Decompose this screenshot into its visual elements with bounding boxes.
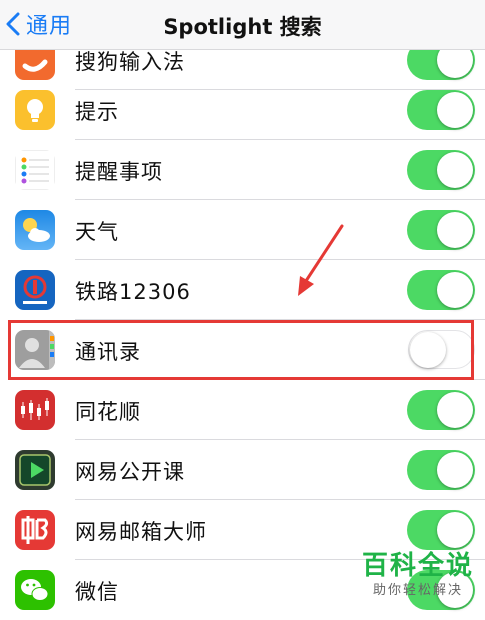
- list-item-label: 搜狗输入法: [75, 50, 185, 74]
- list-item-label: 网易邮箱大师: [75, 520, 207, 544]
- wechat-icon: [15, 570, 55, 610]
- tonghuashun-icon: [15, 390, 55, 430]
- toggle-knob: [437, 392, 473, 428]
- watermark-logo: 百科全说 助你轻松解决: [362, 550, 474, 606]
- list-item-label: 提示: [75, 100, 119, 124]
- list-item-label: 铁路12306: [75, 280, 191, 304]
- toggle-knob: [437, 272, 473, 308]
- tips-lightbulb-icon: [15, 90, 55, 130]
- list-item-netease-open-course: 网易公开课: [0, 440, 485, 500]
- spotlight-toggle-netease-mail[interactable]: [407, 510, 475, 550]
- list-item-label: 提醒事项: [75, 160, 163, 184]
- list-item-tonghuashun: 同花顺: [0, 380, 485, 440]
- list-item-tips: 提示: [0, 80, 485, 140]
- annotation-arrow-icon: [298, 224, 344, 296]
- list-item-railway: 铁路12306: [0, 260, 485, 320]
- watermark-title: 百科全说: [362, 551, 475, 581]
- spotlight-toggle-tips[interactable]: [407, 90, 475, 130]
- reminders-icon: [15, 150, 55, 190]
- list-item-label: 微信: [75, 580, 119, 604]
- spotlight-toggle-reminders[interactable]: [407, 150, 475, 190]
- spotlight-toggle-netease-open-course[interactable]: [407, 450, 475, 490]
- list-item-label: 天气: [75, 220, 119, 244]
- watermark-subtitle: 助你轻松解决: [372, 583, 463, 598]
- list-item-reminders: 提醒事项: [0, 140, 485, 200]
- highlight-box: [8, 320, 474, 380]
- toggle-knob: [437, 152, 473, 188]
- toggle-knob: [437, 212, 473, 248]
- spotlight-toggle-railway[interactable]: [407, 270, 475, 310]
- list-item-label: 网易公开课: [75, 460, 185, 484]
- toggle-knob: [437, 452, 473, 488]
- toggle-knob: [437, 92, 473, 128]
- list-item-weather: 天气: [0, 200, 485, 260]
- netease-mail-master-icon: [15, 510, 55, 550]
- toggle-knob: [437, 512, 473, 548]
- weather-icon: [15, 210, 55, 250]
- navigation-bar: 通用 Spotlight 搜索: [0, 0, 485, 50]
- spotlight-toggle-tonghuashun[interactable]: [407, 390, 475, 430]
- railway-12306-icon: [15, 270, 55, 310]
- page-title: Spotlight 搜索: [163, 15, 322, 39]
- spotlight-toggle-weather[interactable]: [407, 210, 475, 250]
- netease-open-course-icon: [15, 450, 55, 490]
- list-item-label: 同花顺: [75, 400, 141, 424]
